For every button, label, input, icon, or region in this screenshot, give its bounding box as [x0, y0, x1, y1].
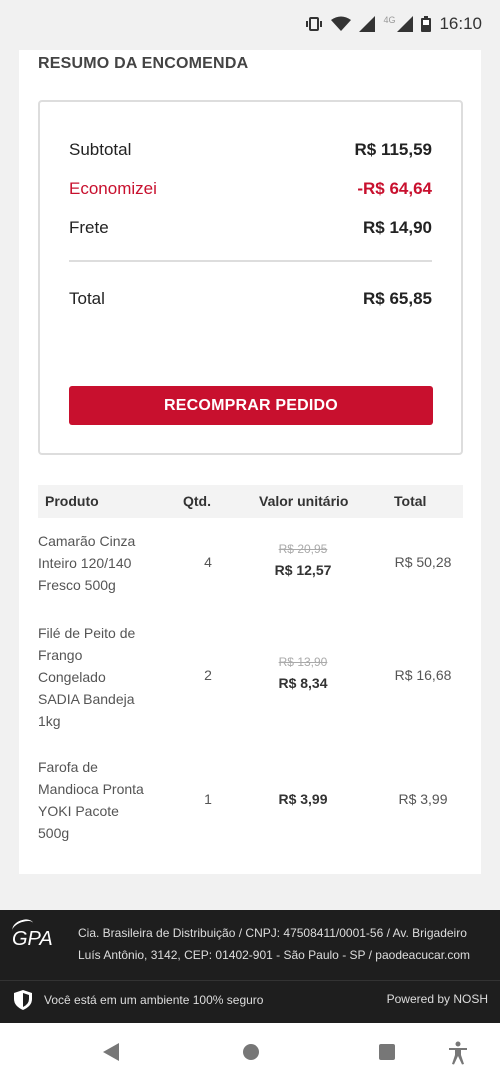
savings-label: Economizei	[69, 179, 157, 198]
row-total: R$ 50,28	[394, 554, 452, 570]
subtotal-value: R$ 115,59	[354, 140, 432, 159]
col-header-qty: Qtd.	[183, 493, 211, 509]
unit-price-cell: R$ 3,99	[258, 791, 348, 807]
products-table-header: Produto Qtd. Valor unitário Total	[38, 485, 463, 518]
unit-price-cell: R$ 20,95 R$ 12,57	[258, 542, 348, 578]
wifi-icon	[331, 16, 352, 31]
subtotal-label: Subtotal	[69, 140, 132, 159]
status-bar: 4G 16:10	[0, 0, 500, 50]
rebuy-order-button[interactable]: RECOMPRAR PEDIDO	[69, 386, 433, 425]
order-card: RESUMO DA ENCOMENDA Subtotal R$ 115,59 E…	[19, 50, 481, 874]
table-row: Filé de Peito de Frango Congelado SADIA …	[38, 622, 463, 734]
recents-icon[interactable]	[377, 1041, 397, 1061]
network-type: 4G	[383, 15, 396, 25]
signal-icon-2	[397, 16, 414, 32]
row-total: R$ 16,68	[394, 667, 452, 683]
old-price: R$ 20,95	[278, 542, 328, 556]
shield-icon	[14, 990, 32, 1010]
summary-divider	[69, 260, 432, 262]
vibrate-icon	[306, 17, 323, 31]
col-header-unit-price: Valor unitário	[259, 493, 349, 509]
android-nav-bar	[0, 1023, 500, 1082]
savings-value: -R$ 64,64	[357, 179, 432, 198]
battery-icon	[421, 16, 432, 32]
unit-price: R$ 3,99	[278, 791, 328, 807]
unit-price-cell: R$ 13,90 R$ 8,34	[258, 655, 348, 691]
product-name: Farofa de Mandioca Pronta YOKI Pacote 50…	[38, 759, 144, 841]
company-info: Cia. Brasileira de Distribuição / CNPJ: …	[78, 926, 471, 962]
table-row: Farofa de Mandioca Pronta YOKI Pacote 50…	[38, 756, 463, 846]
row-total: R$ 3,99	[398, 791, 448, 807]
product-name: Filé de Peito de Frango Congelado SADIA …	[38, 625, 136, 729]
section-title: RESUMO DA ENCOMENDA	[38, 55, 249, 72]
col-header-product: Produto	[45, 493, 99, 509]
order-summary-box: Subtotal R$ 115,59 Economizei -R$ 64,64 …	[38, 100, 463, 455]
old-price: R$ 13,90	[278, 655, 328, 669]
total-label: Total	[69, 289, 105, 308]
status-icons: 4G 16:10	[305, 14, 482, 34]
col-header-total: Total	[394, 493, 427, 509]
unit-price: R$ 8,34	[278, 675, 328, 691]
table-row: Camarão Cinza Inteiro 120/140 Fresco 500…	[38, 530, 463, 600]
savings-row: Economizei -R$ 64,64	[69, 179, 432, 199]
powered-by[interactable]: Powered by NOSH	[387, 992, 488, 1006]
site-footer: GPA Cia. Brasileira de Distribuição / CN…	[0, 910, 500, 1023]
back-icon[interactable]	[101, 1041, 121, 1063]
signal-icon	[359, 16, 376, 32]
home-icon[interactable]	[241, 1041, 261, 1061]
secure-text: Você está em um ambiente 100% seguro	[44, 993, 264, 1007]
product-qty: 2	[204, 667, 212, 683]
total-value: R$ 65,85	[363, 289, 432, 308]
shipping-row: Frete R$ 14,90	[69, 218, 432, 238]
unit-price: R$ 12,57	[274, 562, 332, 578]
product-qty: 1	[204, 791, 212, 807]
total-row: Total R$ 65,85	[69, 289, 432, 309]
clock: 16:10	[439, 14, 482, 33]
gpa-logo: GPA	[10, 916, 53, 951]
shipping-value: R$ 14,90	[363, 218, 432, 237]
product-qty: 4	[204, 554, 212, 570]
footer-divider	[0, 980, 500, 981]
subtotal-row: Subtotal R$ 115,59	[69, 140, 432, 160]
accessibility-icon[interactable]	[447, 1041, 469, 1065]
shipping-label: Frete	[69, 218, 109, 237]
product-name: Camarão Cinza Inteiro 120/140 Fresco 500…	[38, 533, 136, 593]
secure-notice: Você está em um ambiente 100% seguro	[14, 990, 263, 1010]
